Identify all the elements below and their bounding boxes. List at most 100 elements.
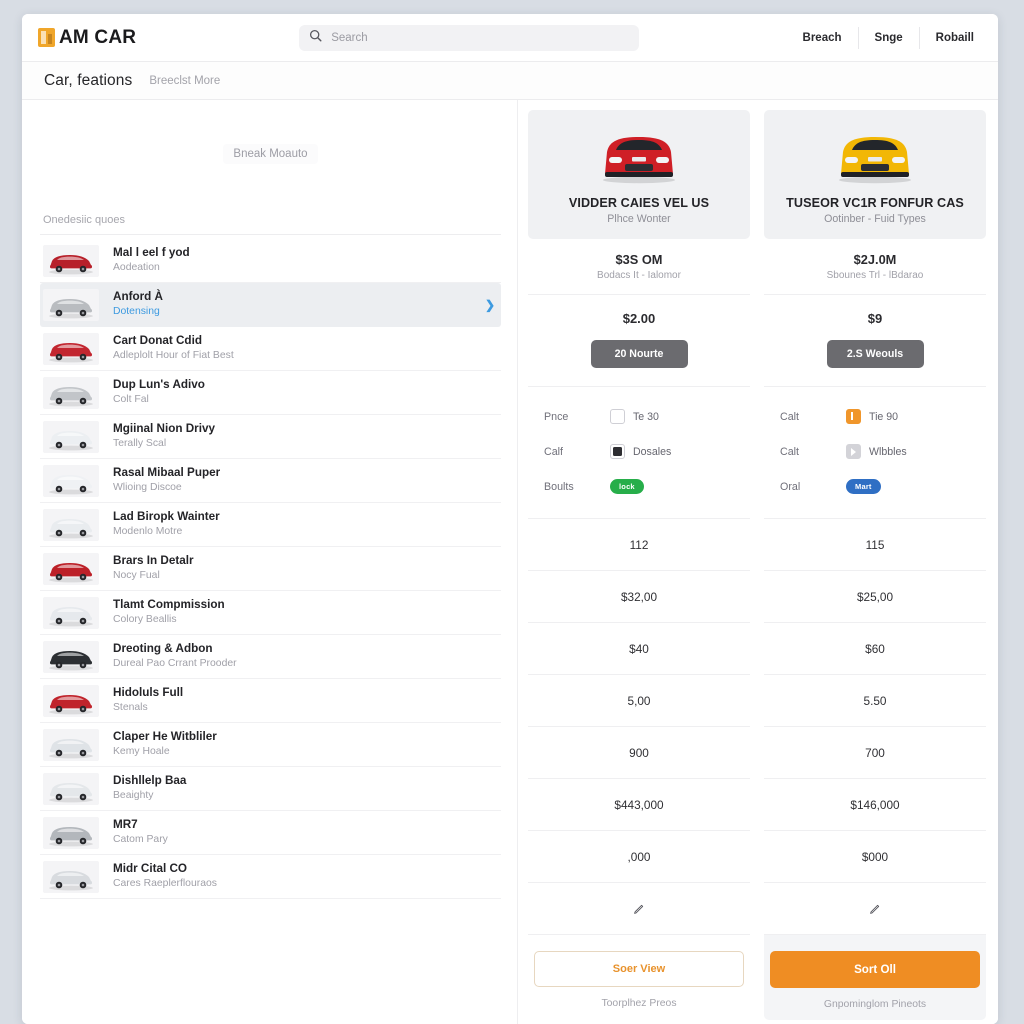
car-info: Dreoting & Adbon Dureal Pao Crrant Prood… [113, 642, 237, 670]
spec-row-2: $60 [764, 623, 986, 675]
car-list-item-9[interactable]: Dreoting & Adbon Dureal Pao Crrant Prood… [40, 635, 501, 679]
search-input[interactable] [331, 31, 630, 44]
car-subtitle: Catom Pary [113, 834, 168, 846]
car-list-item-1[interactable]: Anford À Dotensing ❯ [40, 283, 501, 327]
comparison-car-subtitle: Plhce Wonter [607, 213, 671, 225]
comparison-price-block: $3S OM Bodacs It - Ialomor [528, 239, 750, 295]
car-info: MR7 Catom Pary [113, 818, 168, 846]
car-list-item-14[interactable]: Midr Cital CO Cares Raeplerflouraos ❯ [40, 855, 501, 899]
car-subtitle: Colt Fal [113, 394, 149, 406]
comparison-mid-value: $2.00 [622, 311, 656, 326]
car-thumbnail [43, 464, 99, 497]
play-badge-icon[interactable] [846, 444, 861, 459]
car-thumbnail [43, 772, 99, 805]
nav-link-breach[interactable]: Breach [787, 26, 859, 49]
car-list-item-11[interactable]: Claper He Witbliler Kemy Hoale ❯ [40, 723, 501, 767]
comparison-specs: 112 $32,00 $40 5,00 900 $443,000,000 [528, 519, 750, 935]
car-info: Hidoluls Full Stenals [113, 686, 183, 714]
comparison-footer-note: Gnpominglom Pineots [823, 999, 927, 1010]
car-info: Anford À Dotensing [113, 290, 163, 318]
car-thumbnail [43, 816, 99, 849]
spec-row-4: 900 [528, 727, 750, 779]
comparison-card-header: VIDDER CAIES VEL US Plhce Wonter [528, 110, 750, 239]
option-control[interactable]: Mart [846, 479, 881, 494]
car-list-item-8[interactable]: Tlamt Compmission Colory Beallis ❯ [40, 591, 501, 635]
comparison-footer-button[interactable]: Sort Oll [770, 951, 980, 988]
car-list-item-4[interactable]: Mgiinal Nion Drivy Terally Scal ❯ [40, 415, 501, 459]
list-section-label: Onedesiic quoes [40, 208, 501, 235]
car-list-item-0[interactable]: Mal l eel f yod Aodeation ❯ [40, 239, 501, 283]
comparison-options: Pnce Te 30 Calf Dosales Boults lock [528, 387, 750, 519]
car-list-item-12[interactable]: Dishllelp Baa Beaighty ❯ [40, 767, 501, 811]
option-text: Wlbbles [869, 445, 907, 458]
car-list-item-5[interactable]: Rasal Mibaal Puper Wlioing Discoe ❯ [40, 459, 501, 503]
edit-row[interactable] [764, 883, 986, 935]
car-subtitle: Dureal Pao Crrant Prooder [113, 658, 237, 670]
spec-row-5: $146,000 [764, 779, 986, 831]
comparison-footer-button[interactable]: Soer View [534, 951, 744, 987]
car-thumbnail [43, 420, 99, 453]
car-title: Hidoluls Full [113, 686, 184, 700]
status-badge[interactable]: Mart [846, 479, 881, 494]
option-control[interactable]: Tie 90 [846, 409, 898, 424]
comparison-specs: 115 $25,00 $60 5.50 700 $146,000 $000 [764, 519, 986, 935]
spec-row-1: $32,00 [528, 571, 750, 623]
status-badge[interactable]: lock [610, 479, 644, 494]
car-title: Rasal Mibaal Puper [113, 466, 221, 480]
comparison-options: Calt Tie 90 Calt Wlbbles Oral Mart [764, 387, 986, 519]
option-row-2: Oral Mart [780, 469, 970, 504]
car-list-item-3[interactable]: Dup Lun's Adivo Colt Fal ❯ [40, 371, 501, 415]
car-thumbnail [43, 684, 99, 717]
car-title: Tlamt Compmission [113, 598, 225, 612]
car-list-item-6[interactable]: Lad Biropk Wainter Modenlo Motre ❯ [40, 503, 501, 547]
car-title: Claper He Witbliler [113, 730, 217, 744]
chevron-right-icon[interactable]: ❯ [485, 299, 495, 311]
search-bar[interactable] [299, 24, 640, 51]
comparison-footer-note: Toorplhez Preos [601, 998, 677, 1009]
option-control[interactable]: lock [610, 479, 644, 494]
car-subtitle: Nocy Fual [113, 570, 160, 582]
comparison-mid-button[interactable]: 20 Nourte [590, 340, 688, 368]
comparison-footer: Sort Oll Gnpominglom Pineots [764, 935, 986, 1020]
edit-row[interactable] [528, 883, 750, 935]
brand-logo[interactable]: AM CAR [38, 27, 136, 49]
option-control[interactable]: Dosales [610, 444, 671, 459]
comparison-price-block: $2J.0M Sbounes Trl - lBdarao [764, 239, 986, 295]
comparison-price-subtitle: Bodacs It - Ialomor [597, 270, 681, 281]
spec-row-1: $25,00 [764, 571, 986, 623]
car-list-item-7[interactable]: Brars In Detalr Nocy Fual ❯ [40, 547, 501, 591]
car-thumbnail [43, 288, 99, 321]
option-text: Tie 90 [869, 410, 899, 423]
nav-link-robaill[interactable]: Robaill [920, 27, 980, 49]
comparison-car-image [536, 122, 742, 186]
comparison-mid-button[interactable]: 2.S Weouls [826, 340, 924, 368]
nav-link-snge[interactable]: Snge [859, 26, 920, 49]
car-info: Mal l eel f yod Aodeation [113, 246, 190, 274]
spec-row-2: $40 [528, 623, 750, 675]
spec-row-3: 5,00 [528, 675, 750, 727]
car-subtitle: Dotensing [113, 306, 160, 318]
pencil-icon [633, 904, 643, 914]
car-info: Claper He Witbliler Kemy Hoale [113, 730, 217, 758]
page-title: Car, feations [44, 71, 133, 89]
car-list-item-2[interactable]: Cart Donat Cdid Adleplolt Hour of Fiat B… [40, 327, 501, 371]
main-content: Bneak Moauto Onedesiic quoes Mal l eel f… [22, 100, 998, 1024]
option-control[interactable]: Te 30 [610, 409, 659, 424]
car-subtitle: Aodeation [113, 262, 160, 274]
checkbox-unchecked-icon[interactable] [610, 409, 625, 424]
option-text: Te 30 [633, 410, 659, 423]
comparison-car-name: VIDDER CAIES VEL US [568, 196, 710, 210]
checkbox-orange-icon[interactable] [846, 409, 861, 424]
option-label: Calf [544, 445, 564, 458]
spec-row-3: 5.50 [764, 675, 986, 727]
breadcrumb-more-link[interactable]: Breeclst More [149, 75, 220, 87]
top-navigation-bar: AM CAR Breach Snge Robaill [22, 14, 998, 62]
car-title: Cart Donat Cdid [113, 334, 202, 348]
car-title: MR7 [113, 818, 138, 832]
checkbox-checked-icon[interactable] [610, 444, 625, 459]
option-control[interactable]: Wlbbles [846, 444, 907, 459]
car-list-item-13[interactable]: MR7 Catom Pary ❯ [40, 811, 501, 855]
car-subtitle: Cares Raeplerflouraos [113, 878, 217, 890]
car-list-item-10[interactable]: Hidoluls Full Stenals ❯ [40, 679, 501, 723]
car-list: Mal l eel f yod Aodeation ❯ Anford À Dot… [40, 239, 501, 899]
